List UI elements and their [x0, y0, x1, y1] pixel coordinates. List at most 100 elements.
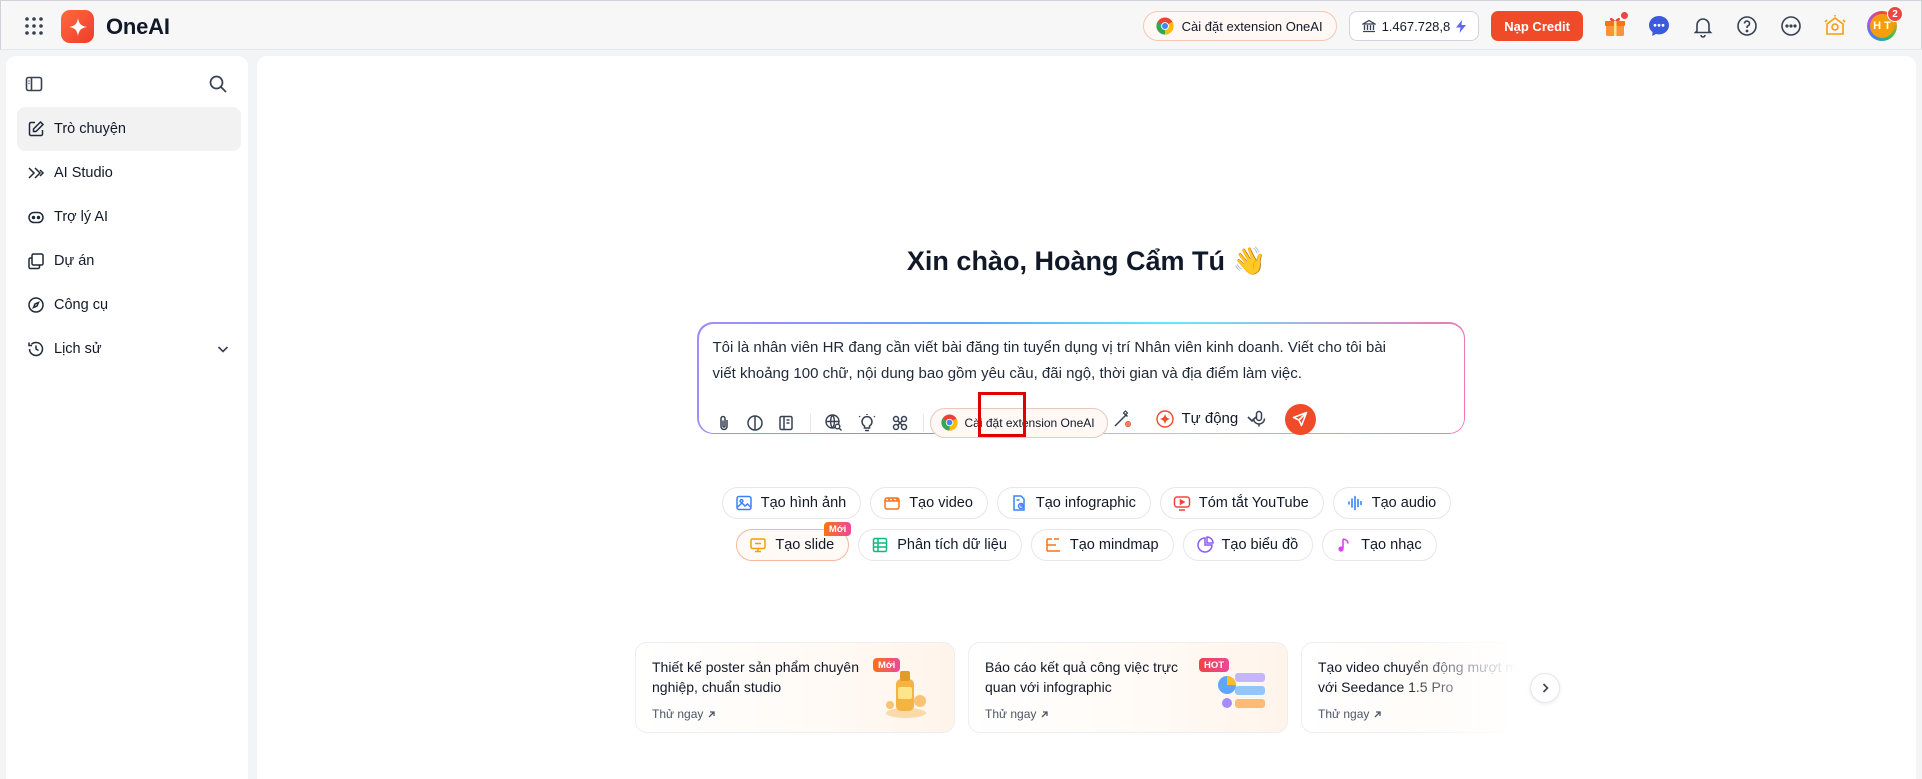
arrow-up-right-icon [707, 710, 716, 719]
sidebar-item-tools[interactable]: Công cụ [17, 283, 241, 327]
toggle-sidebar-icon[interactable] [24, 74, 44, 94]
app-logo[interactable]: OneAI [61, 10, 170, 43]
more-options-icon[interactable] [1779, 14, 1803, 38]
chip-label: Tạo hình ảnh [760, 495, 847, 511]
mode-label: Tự động [1181, 410, 1239, 427]
gift-icon[interactable] [1603, 12, 1628, 38]
feature-card[interactable]: Báo cáo kết quả công việc trực quan với … [968, 642, 1288, 733]
sparkle-logo-icon [61, 10, 94, 43]
chip-create-mindmap[interactable]: Tạo mindmap [1030, 529, 1174, 561]
chip-create-music[interactable]: Tạo nhạc [1322, 529, 1437, 561]
sidebar-nav: Trò chuyện AI Studio Trợ lý AI Dự án Côn… [17, 107, 241, 371]
slide-icon [749, 536, 767, 554]
chip-create-video[interactable]: Tạo video [870, 487, 988, 519]
chip-summarize-youtube[interactable]: Tóm tắt YouTube [1159, 487, 1324, 519]
notebook-icon[interactable] [775, 412, 797, 434]
enhance-prompt-button[interactable] [1107, 404, 1137, 434]
chevron-down-icon[interactable] [215, 341, 231, 357]
chip-label: Tạo video [909, 495, 973, 511]
composer-install-extension-button[interactable]: Cài đặt extension OneAI [929, 407, 1108, 438]
chip-label: Tạo biểu đồ [1221, 537, 1299, 553]
credit-value: 1.467.728,8 [1381, 18, 1451, 34]
chip-label: Tạo infographic [1035, 495, 1136, 511]
quick-actions-row-2: Tạo slide Mới Phân tích dữ liệu Tạo mind… [257, 522, 1916, 561]
sidebar-item-label: Trợ lý AI [54, 209, 109, 225]
card-title: Thiết kế poster sản phẩm chuyên nghiệp, … [652, 659, 860, 695]
send-icon [1292, 411, 1308, 427]
chip-label: Phân tích dữ liệu [897, 537, 1007, 553]
main-content: Xin chào, Hoàng Cẩm Tú 👋 Tôi là nhân viê… [257, 56, 1916, 779]
credit-balance[interactable]: 1.467.728,8 [1348, 11, 1480, 41]
chip-create-chart[interactable]: Tạo biểu đồ [1182, 529, 1314, 561]
search-icon[interactable] [208, 74, 228, 94]
sidebar-item-label: Dự án [54, 253, 95, 269]
sidebar-item-history[interactable]: Lịch sử [17, 327, 241, 371]
feature-card[interactable]: Tạo video chuyển động mượt mà với Seedan… [1301, 642, 1537, 733]
compass-icon [27, 296, 45, 314]
chip-create-image[interactable]: Tạo hình ảnh [721, 487, 862, 519]
new-badge: Mới [823, 522, 852, 536]
chip-create-audio[interactable]: Tạo audio [1332, 487, 1452, 519]
try-now-link[interactable]: Thử ngay [985, 707, 1049, 721]
messenger-icon[interactable] [1647, 14, 1671, 38]
music-icon [1335, 536, 1353, 554]
chevron-right-icon [1539, 682, 1551, 694]
arrow-up-right-icon [1040, 710, 1049, 719]
notification-count-badge: 2 [1887, 6, 1903, 22]
sidebar-item-projects[interactable]: Dự án [17, 239, 241, 283]
bank-icon [1361, 19, 1376, 33]
sidebar-item-label: Lịch sử [54, 341, 102, 357]
send-button[interactable] [1284, 403, 1316, 435]
integrations-icon[interactable] [889, 412, 911, 434]
chip-label: Tạo mindmap [1069, 537, 1159, 553]
bell-icon[interactable] [1691, 14, 1715, 38]
chrome-icon [940, 414, 958, 431]
top-bar: OneAI Cài đặt extension OneAI 1.467.728,… [0, 0, 1922, 50]
chip-data-analysis[interactable]: Phân tích dữ liệu [858, 529, 1022, 561]
chip-create-slide[interactable]: Tạo slide Mới [736, 522, 852, 561]
chip-label: Tóm tắt YouTube [1198, 495, 1309, 511]
chip-label: Tạo nhạc [1361, 537, 1422, 553]
sidebar-item-label: Trò chuyện [54, 121, 126, 137]
greeting-title: Xin chào, Hoàng Cẩm Tú 👋 [906, 246, 1267, 276]
chip-label: Tạo audio [1371, 495, 1437, 511]
sidebar-item-label: Công cụ [54, 297, 109, 313]
sidebar: Trò chuyện AI Studio Trợ lý AI Dự án Côn… [6, 56, 248, 779]
chat-edit-icon [27, 120, 45, 138]
chip-create-infographic[interactable]: Tạo infographic [996, 487, 1151, 519]
card-title: Tạo video chuyển động mượt mà với Seedan… [1318, 659, 1525, 695]
user-avatar[interactable]: H T 2 [1867, 6, 1903, 41]
auto-mode-icon [1155, 409, 1175, 429]
idea-icon[interactable] [856, 412, 878, 434]
try-now-link[interactable]: Thử ngay [1318, 707, 1382, 721]
youtube-icon [1173, 494, 1191, 512]
infographic-icon [1010, 494, 1028, 512]
composer-extension-label: Cài đặt extension OneAI [964, 415, 1095, 430]
install-extension-label: Cài đặt extension OneAI [1181, 18, 1323, 34]
web-search-icon[interactable] [823, 412, 845, 434]
mode-selector[interactable]: Tự động [1155, 408, 1260, 430]
folder-icon [27, 252, 45, 270]
microphone-icon[interactable] [1247, 407, 1271, 431]
audio-icon [1346, 494, 1364, 512]
prompt-input[interactable]: Tôi là nhân viên HR đang cần viết bài đă… [713, 335, 1403, 387]
chart-icon [1196, 536, 1214, 554]
feature-card[interactable]: Thiết kế poster sản phẩm chuyên nghiệp, … [635, 642, 955, 733]
sidebar-item-ai-assistant[interactable]: Trợ lý AI [17, 195, 241, 239]
sidebar-item-ai-studio[interactable]: AI Studio [17, 151, 241, 195]
compare-icon[interactable] [744, 412, 766, 434]
chip-label: Tạo slide [775, 537, 835, 553]
reward-icon[interactable] [1823, 14, 1847, 38]
bolt-icon [1456, 19, 1467, 33]
composer-toolbar: Cài đặt extension OneAI [713, 407, 1108, 438]
attach-icon[interactable] [713, 412, 735, 434]
install-extension-button[interactable]: Cài đặt extension OneAI [1142, 11, 1337, 41]
try-now-link[interactable]: Thử ngay [652, 707, 716, 721]
carousel-next-button[interactable] [1530, 673, 1560, 703]
apps-grid-icon[interactable] [23, 15, 45, 37]
sidebar-item-chat[interactable]: Trò chuyện [17, 107, 241, 151]
image-icon [735, 494, 753, 512]
arrow-up-right-icon [1373, 710, 1382, 719]
help-icon[interactable] [1735, 14, 1759, 38]
topup-credit-button[interactable]: Nạp Credit [1491, 11, 1583, 41]
